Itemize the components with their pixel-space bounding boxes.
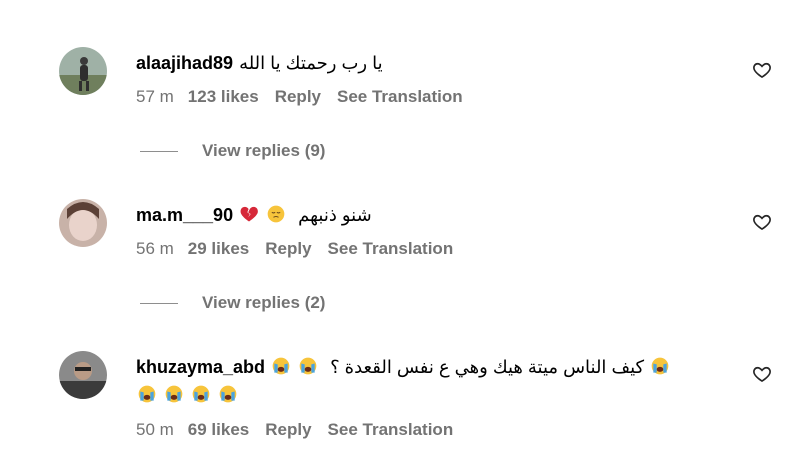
like-heart-icon[interactable]: [752, 364, 772, 384]
comment-text: يا رب رحمتك يا الله: [239, 53, 383, 73]
comment-time: 50 m: [136, 420, 174, 439]
avatar[interactable]: [59, 351, 107, 399]
comment-line: alaajihad89 يا رب رحمتك يا الله: [136, 50, 736, 76]
view-replies-label: View replies (2): [202, 293, 326, 312]
broken-heart-icon: [239, 204, 259, 224]
crying-face-icon: [164, 384, 184, 404]
crying-face-icon: [218, 384, 238, 404]
view-replies-label: View replies (9): [202, 141, 326, 160]
like-heart-icon[interactable]: [752, 212, 772, 232]
crying-face-icon: [298, 356, 318, 376]
comment-emoji-line: [136, 382, 736, 408]
see-translation-link[interactable]: See Translation: [328, 420, 454, 439]
view-replies-button[interactable]: View replies (2): [140, 293, 325, 313]
reply-button[interactable]: Reply: [265, 420, 311, 439]
comment-text: كيف الناس ميتة هيك وهي ع نفس القعدة ؟: [330, 357, 645, 377]
reply-button[interactable]: Reply: [275, 87, 321, 106]
crying-face-icon: [271, 356, 291, 376]
view-replies-button[interactable]: View replies (9): [140, 141, 325, 161]
comment-time: 57 m: [136, 87, 174, 106]
pensive-face-icon: [266, 204, 286, 224]
comment-line: ma.m___90 شنو ذنبهم: [136, 202, 736, 228]
comment-time: 56 m: [136, 239, 174, 258]
like-heart-icon[interactable]: [752, 60, 772, 80]
divider-line: [140, 151, 178, 153]
see-translation-link[interactable]: See Translation: [328, 239, 454, 258]
crying-face-icon: [650, 356, 670, 376]
comment-meta: 50 m 69 likes Reply See Translation: [136, 419, 736, 441]
see-translation-link[interactable]: See Translation: [337, 87, 463, 106]
comment-meta: 56 m 29 likes Reply See Translation: [136, 238, 736, 260]
crying-face-icon: [191, 384, 211, 404]
username-link[interactable]: khuzayma_abd: [136, 357, 265, 377]
comment-text: شنو ذنبهم: [298, 205, 372, 225]
divider-line: [140, 303, 178, 305]
username-link[interactable]: ma.m___90: [136, 205, 233, 225]
likes-count[interactable]: 29 likes: [188, 239, 249, 258]
username-link[interactable]: alaajihad89: [136, 53, 233, 73]
reply-button[interactable]: Reply: [265, 239, 311, 258]
comment-meta: 57 m 123 likes Reply See Translation: [136, 86, 736, 108]
crying-face-icon: [137, 384, 157, 404]
likes-count[interactable]: 69 likes: [188, 420, 249, 439]
comment-line: khuzayma_abd كيف الناس ميتة هيك وهي ع نف…: [136, 354, 736, 380]
avatar[interactable]: [59, 199, 107, 247]
avatar[interactable]: [59, 47, 107, 95]
likes-count[interactable]: 123 likes: [188, 87, 259, 106]
